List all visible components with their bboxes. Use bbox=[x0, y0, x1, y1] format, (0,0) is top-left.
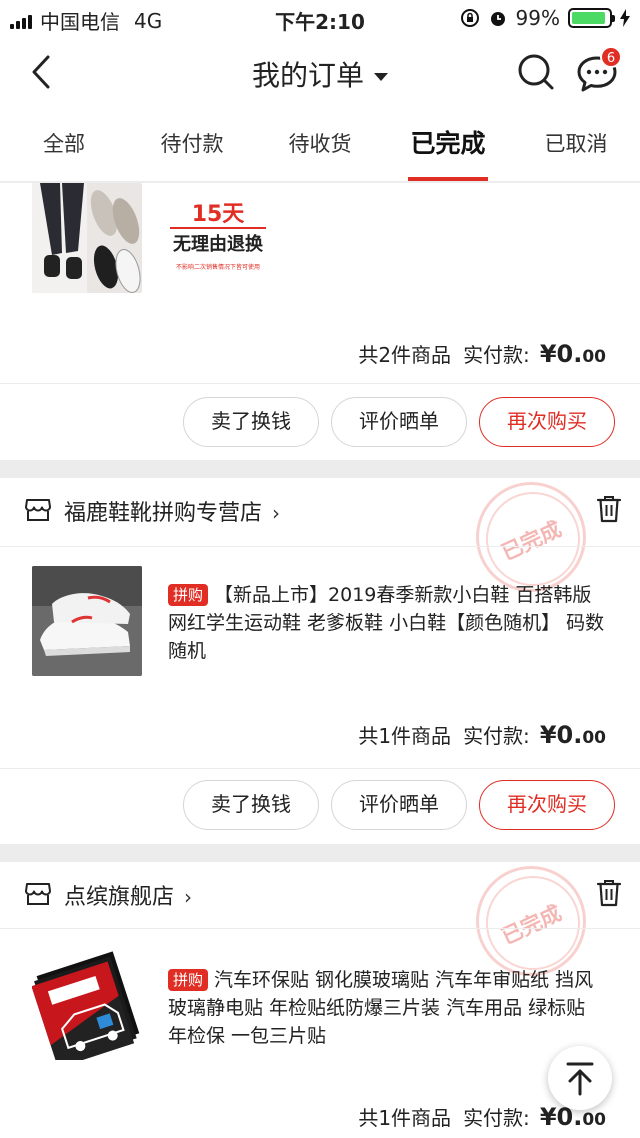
trash-icon[interactable] bbox=[596, 494, 622, 524]
item-count: 共1件商品 bbox=[358, 1106, 452, 1130]
price-integer: ¥0. bbox=[539, 721, 583, 749]
store-icon bbox=[25, 499, 51, 521]
product-title-block[interactable]: 拼购 汽车环保贴 钢化膜玻璃贴 汽车年审贴纸 挡风玻璃静电贴 年检贴纸防爆三片装 … bbox=[168, 966, 608, 1050]
pay-label: 实付款: bbox=[463, 343, 530, 367]
car-stickers-photo bbox=[32, 950, 142, 1060]
status-bar: 中国电信 4G 下午2:10 99% bbox=[0, 0, 640, 36]
charging-icon bbox=[620, 9, 630, 27]
promo-main: 无理由退换 bbox=[173, 234, 263, 255]
order-summary: 共1件商品 实付款: ¥0.00 bbox=[358, 720, 606, 749]
buy-again-button[interactable]: 再次购买 bbox=[479, 397, 615, 447]
divider bbox=[0, 546, 640, 547]
divider bbox=[0, 768, 640, 769]
pay-label: 实付款: bbox=[463, 724, 530, 748]
tab-all[interactable]: 全部 bbox=[0, 110, 128, 181]
completed-stamp: 已完成 bbox=[476, 866, 586, 976]
chevron-right-icon: › bbox=[272, 501, 281, 525]
battery-percent: 99% bbox=[515, 6, 560, 30]
stamp-text: 已完成 bbox=[497, 516, 566, 566]
promo-days: 15天 bbox=[170, 203, 266, 229]
item-count: 共2件商品 bbox=[358, 343, 452, 367]
store-icon bbox=[25, 883, 51, 905]
price-decimal: 00 bbox=[582, 1110, 606, 1130]
tab-pending-receipt[interactable]: 待收货 bbox=[256, 110, 384, 181]
alarm-icon bbox=[490, 12, 505, 26]
completed-stamp: 已完成 bbox=[476, 482, 586, 592]
store-name: 福鹿鞋靴拼购专营店 bbox=[64, 501, 263, 526]
rotation-lock-icon bbox=[460, 9, 479, 27]
stamp-text: 已完成 bbox=[497, 900, 566, 950]
store-name: 点缤旗舰店 bbox=[64, 885, 175, 910]
price-decimal: 00 bbox=[582, 728, 606, 748]
product-title: 【新品上市】2019春季新款小白鞋 百搭韩版网红学生运动鞋 老爹板鞋 小白鞋【颜… bbox=[168, 584, 605, 662]
tab-pending-payment[interactable]: 待付款 bbox=[128, 110, 256, 181]
order-summary: 共2件商品 实付款: ¥0.00 bbox=[358, 339, 606, 368]
group-buy-tag: 拼购 bbox=[168, 584, 209, 606]
price-integer: ¥0. bbox=[539, 340, 583, 368]
review-button[interactable]: 评价晒单 bbox=[331, 780, 467, 830]
divider bbox=[0, 383, 640, 384]
trash-icon[interactable] bbox=[596, 878, 622, 908]
order-card: 福鹿鞋靴拼购专营店 › 已完成 拼购 【新品上市】2019春季新款小白鞋 百搭韩版网… bbox=[0, 478, 640, 844]
group-buy-tag: 拼购 bbox=[168, 969, 209, 991]
status-right: 99% bbox=[460, 6, 630, 30]
promo-badge-image: 15天 无理由退换 不影响二次销售情况下皆可使用 bbox=[162, 183, 274, 293]
price-decimal: 00 bbox=[582, 347, 606, 367]
divider bbox=[0, 928, 640, 929]
pay-label: 实付款: bbox=[463, 1106, 530, 1130]
caret-down-icon bbox=[374, 73, 388, 81]
item-count: 共1件商品 bbox=[358, 724, 452, 748]
messages-button[interactable]: 6 bbox=[576, 46, 622, 94]
tab-cancelled[interactable]: 已取消 bbox=[512, 110, 640, 181]
chevron-right-icon: › bbox=[184, 885, 193, 909]
order-tabs: 全部 待付款 待收货 已完成 已取消 bbox=[0, 110, 640, 182]
order-card: 点缤旗舰店 › 已完成 拼购 汽车环保贴 钢化膜玻璃贴 汽车年审贴纸 挡风玻璃静电贴… bbox=[0, 862, 640, 1138]
battery-icon bbox=[568, 8, 615, 28]
arrow-up-icon bbox=[566, 1062, 594, 1096]
sell-for-cash-button[interactable]: 卖了换钱 bbox=[183, 397, 319, 447]
buy-again-button[interactable]: 再次购买 bbox=[479, 780, 615, 830]
sandals-photo bbox=[32, 183, 141, 293]
message-count-badge: 6 bbox=[600, 46, 622, 68]
product-image-sandals[interactable] bbox=[32, 183, 142, 293]
product-image-car-stickers[interactable] bbox=[32, 950, 142, 1060]
page-title-text: 我的订单 bbox=[251, 59, 364, 92]
sneakers-photo bbox=[32, 566, 142, 676]
order-card: 15天 无理由退换 不影响二次销售情况下皆可使用 共2件商品 实付款: ¥0.00 … bbox=[0, 183, 640, 460]
promo-small: 不影响二次销售情况下皆可使用 bbox=[175, 264, 260, 271]
back-to-top-button[interactable] bbox=[548, 1046, 612, 1110]
product-image-sneakers[interactable] bbox=[32, 566, 142, 676]
nav-bar: 我的订单 6 bbox=[0, 36, 640, 110]
product-title-block[interactable]: 拼购 【新品上市】2019春季新款小白鞋 百搭韩版网红学生运动鞋 老爹板鞋 小白鞋… bbox=[168, 581, 608, 665]
sell-for-cash-button[interactable]: 卖了换钱 bbox=[183, 780, 319, 830]
review-button[interactable]: 评价晒单 bbox=[331, 397, 467, 447]
product-title: 汽车环保贴 钢化膜玻璃贴 汽车年审贴纸 挡风玻璃静电贴 年检贴纸防爆三片装 汽车… bbox=[168, 969, 594, 1047]
search-icon[interactable] bbox=[516, 52, 556, 92]
tab-completed[interactable]: 已完成 bbox=[384, 110, 512, 181]
